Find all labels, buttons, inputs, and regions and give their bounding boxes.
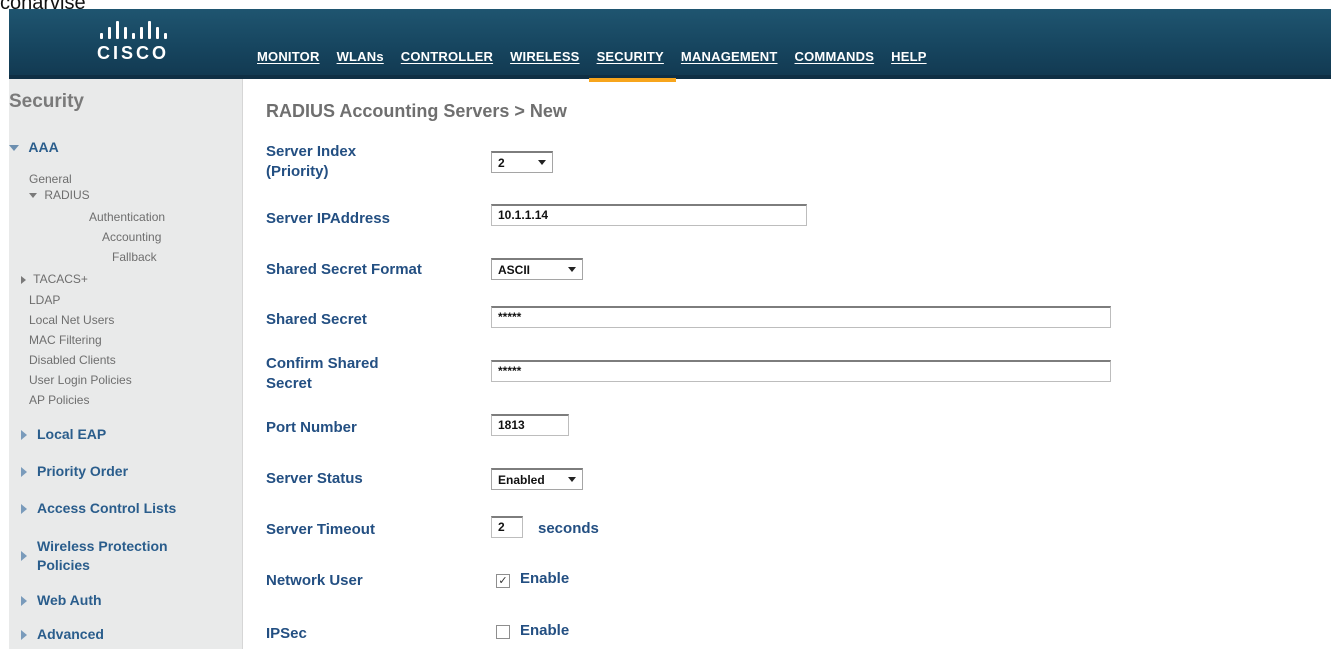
network-user-enable-label: Enable: [520, 570, 570, 587]
server-index-select[interactable]: 2: [491, 151, 553, 173]
server-index-label-line2: (Priority): [266, 163, 329, 180]
server-index-value: 2: [498, 155, 505, 170]
server-index-label: Server Index (Priority): [266, 142, 356, 182]
chevron-right-icon: [21, 551, 27, 561]
chevron-down-icon: [9, 145, 19, 152]
sidebar-item-access-control-lists-label: Access Control Lists: [37, 500, 177, 516]
sidebar-item-local-eap-label: Local EAP: [37, 426, 107, 442]
shared-secret-input[interactable]: *****: [491, 306, 1111, 328]
server-timeout-label: Server Timeout: [266, 521, 375, 538]
dropdown-arrow-icon: [568, 267, 576, 272]
sidebar-item-advanced[interactable]: Advanced: [21, 625, 104, 644]
nav-wireless[interactable]: WIRELESS: [510, 49, 580, 72]
sidebar-item-user-login-policies[interactable]: User Login Policies: [29, 373, 132, 387]
sidebar-item-tacacs[interactable]: TACACS+: [21, 272, 88, 286]
ipsec-enable-label: Enable: [520, 622, 570, 639]
sidebar-item-web-auth[interactable]: Web Auth: [21, 591, 102, 610]
sidebar-item-local-net-users[interactable]: Local Net Users: [29, 313, 114, 327]
dropdown-arrow-icon: [538, 160, 546, 165]
server-ip-input[interactable]: 10.1.1.14: [491, 204, 807, 226]
secret-format-value: ASCII: [498, 262, 531, 277]
sidebar-item-priority-order[interactable]: Priority Order: [21, 462, 128, 481]
nav-security[interactable]: SECURITY: [588, 49, 677, 82]
sidebar-item-wireless-protection-label-2: Policies: [37, 557, 90, 573]
confirm-secret-input[interactable]: *****: [491, 360, 1111, 382]
nav-commands[interactable]: COMMANDS: [795, 49, 875, 72]
network-user-label: Network User: [266, 572, 363, 589]
nav-wlans[interactable]: WLANs: [337, 49, 384, 72]
nav-controller[interactable]: CONTROLLER: [401, 49, 493, 72]
network-user-checkbox[interactable]: ✓: [496, 574, 510, 588]
sidebar-item-disabled-clients[interactable]: Disabled Clients: [29, 353, 116, 367]
cisco-logo[interactable]: CISCO: [83, 19, 183, 64]
confirm-secret-label: Confirm Shared Secret: [266, 354, 379, 394]
sidebar-item-aaa-label: AAA: [28, 139, 59, 155]
sidebar-item-access-control-lists[interactable]: Access Control Lists: [21, 499, 176, 518]
chevron-right-icon: [21, 429, 27, 440]
sidebar-item-mac-filtering[interactable]: MAC Filtering: [29, 333, 102, 347]
server-timeout-input[interactable]: 2: [491, 516, 523, 538]
checkmark-icon: ✓: [498, 575, 508, 587]
secret-format-select[interactable]: ASCII: [491, 258, 583, 280]
port-number-label: Port Number: [266, 419, 357, 436]
sidebar-item-tacacs-label: TACACS+: [33, 272, 88, 286]
main-nav: MONITOR WLANs CONTROLLER WIRELESS SECURI…: [257, 49, 944, 82]
chevron-right-icon: [21, 629, 27, 640]
chevron-right-icon: [21, 466, 27, 477]
server-ip-label: Server IPAddress: [266, 210, 390, 227]
cisco-logo-text: CISCO: [96, 43, 169, 63]
sidebar-title: Security: [9, 91, 84, 112]
chevron-right-icon: [21, 503, 27, 514]
cisco-logo-icon: [83, 19, 183, 39]
server-status-label: Server Status: [266, 470, 363, 487]
chevron-right-icon: [21, 595, 27, 606]
chevron-down-icon: [29, 193, 37, 199]
page-title: RADIUS Accounting Servers > New: [266, 101, 567, 121]
nav-monitor[interactable]: MONITOR: [257, 49, 320, 72]
sidebar-item-ldap[interactable]: LDAP: [29, 293, 60, 307]
sidebar-item-web-auth-label: Web Auth: [37, 592, 102, 608]
top-navigation-bar: CISCO MONITOR WLANs CONTROLLER WIRELESS …: [9, 9, 1331, 82]
sidebar-item-accounting[interactable]: Accounting: [102, 230, 161, 244]
port-number-input[interactable]: 1813: [491, 414, 569, 436]
sidebar-item-authentication[interactable]: Authentication: [89, 210, 165, 224]
ipsec-label: IPSec: [266, 625, 307, 642]
secret-format-label: Shared Secret Format: [266, 261, 422, 278]
sidebar-item-wireless-protection-label-1: Wireless Protection: [37, 538, 168, 554]
dropdown-arrow-icon: [568, 477, 576, 482]
sidebar-item-general[interactable]: General: [29, 172, 72, 186]
server-timeout-unit: seconds: [538, 520, 599, 537]
nav-management[interactable]: MANAGEMENT: [681, 49, 778, 72]
confirm-secret-label-line2: Secret: [266, 375, 312, 392]
sidebar-item-advanced-label: Advanced: [37, 626, 104, 642]
sidebar: Security AAA General RADIUS Authenticati…: [9, 79, 243, 649]
server-index-label-line1: Server Index: [266, 143, 357, 160]
sidebar-item-radius[interactable]: RADIUS: [29, 188, 90, 202]
sidebar-item-fallback[interactable]: Fallback: [112, 250, 157, 264]
confirm-secret-label-line1: Confirm Shared: [266, 355, 379, 372]
sidebar-item-wireless-protection-policies[interactable]: Wireless Protection Policies: [21, 537, 168, 575]
sidebar-item-ap-policies[interactable]: AP Policies: [29, 393, 89, 407]
server-status-value: Enabled: [498, 472, 545, 487]
nav-help[interactable]: HELP: [891, 49, 926, 72]
shared-secret-label: Shared Secret: [266, 311, 367, 328]
sidebar-item-radius-label: RADIUS: [44, 188, 90, 202]
sidebar-item-priority-order-label: Priority Order: [37, 463, 129, 479]
chevron-right-icon: [21, 275, 26, 284]
sidebar-item-local-eap[interactable]: Local EAP: [21, 425, 106, 444]
ipsec-checkbox[interactable]: [496, 625, 510, 639]
sidebar-item-aaa[interactable]: AAA: [9, 139, 59, 155]
server-status-select[interactable]: Enabled: [491, 468, 583, 490]
